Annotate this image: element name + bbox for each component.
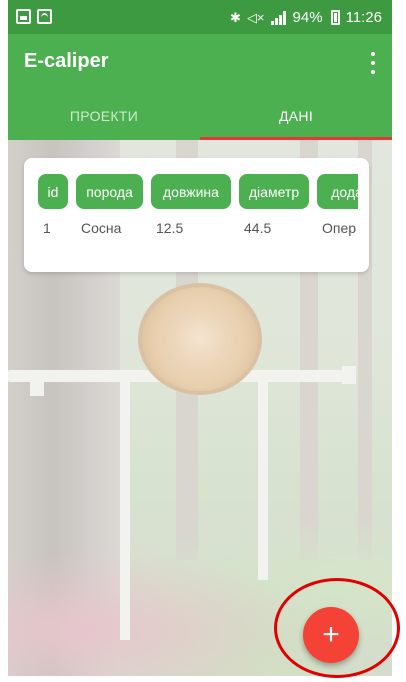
- status-bar: ✱ ◁× 94% 11:26: [8, 0, 392, 34]
- tab-bar: ПРОЕКТИ ДАНІ: [8, 91, 392, 140]
- cell-id: 1: [43, 220, 51, 236]
- mute-icon: ◁×: [246, 9, 265, 25]
- app-title: E-caliper: [24, 50, 109, 72]
- table-row[interactable]: 1 Сосна 12.5 44.5 Опер: [38, 210, 358, 236]
- app-bar: E-caliper: [8, 34, 392, 91]
- log-cross-section: [138, 283, 262, 395]
- tab-data[interactable]: ДАНІ: [200, 91, 392, 140]
- annotation-circle: [274, 578, 400, 678]
- signal-icon: [270, 10, 287, 25]
- cell-species: Сосна: [81, 220, 122, 236]
- column-header-id[interactable]: id: [38, 174, 68, 209]
- column-header-diameter[interactable]: діаметр: [239, 174, 309, 209]
- bluetooth-icon: ✱: [230, 9, 241, 25]
- caliper-jaw: [30, 376, 44, 396]
- table-header-row: id порода довжина діаметр дода: [38, 174, 358, 210]
- data-card: id порода довжина діаметр дода 1 Сосна 1…: [24, 158, 369, 272]
- data-table[interactable]: id порода довжина діаметр дода 1 Сосна 1…: [38, 174, 358, 244]
- gallery-icon: [16, 9, 31, 24]
- phone-screen: ✱ ◁× 94% 11:26 E-caliper ПРОЕКТИ ДАНІ id…: [8, 0, 392, 676]
- wifi-icon: [37, 9, 52, 24]
- caliper-arm: [258, 380, 268, 580]
- cell-diameter: 44.5: [244, 220, 272, 236]
- column-header-extra[interactable]: дода: [317, 174, 358, 209]
- column-header-species[interactable]: порода: [76, 174, 143, 209]
- caliper-end: [342, 366, 356, 384]
- battery-level: 94%: [292, 9, 323, 26]
- tab-projects[interactable]: ПРОЕКТИ: [8, 91, 200, 140]
- caliper-arm: [120, 380, 130, 640]
- overflow-menu-icon[interactable]: [370, 52, 376, 74]
- battery-icon: [330, 10, 340, 25]
- column-header-length[interactable]: довжина: [151, 174, 231, 209]
- cell-extra: Опер: [322, 220, 357, 236]
- cell-length: 12.5: [156, 220, 184, 236]
- clock: 11:26: [345, 9, 382, 26]
